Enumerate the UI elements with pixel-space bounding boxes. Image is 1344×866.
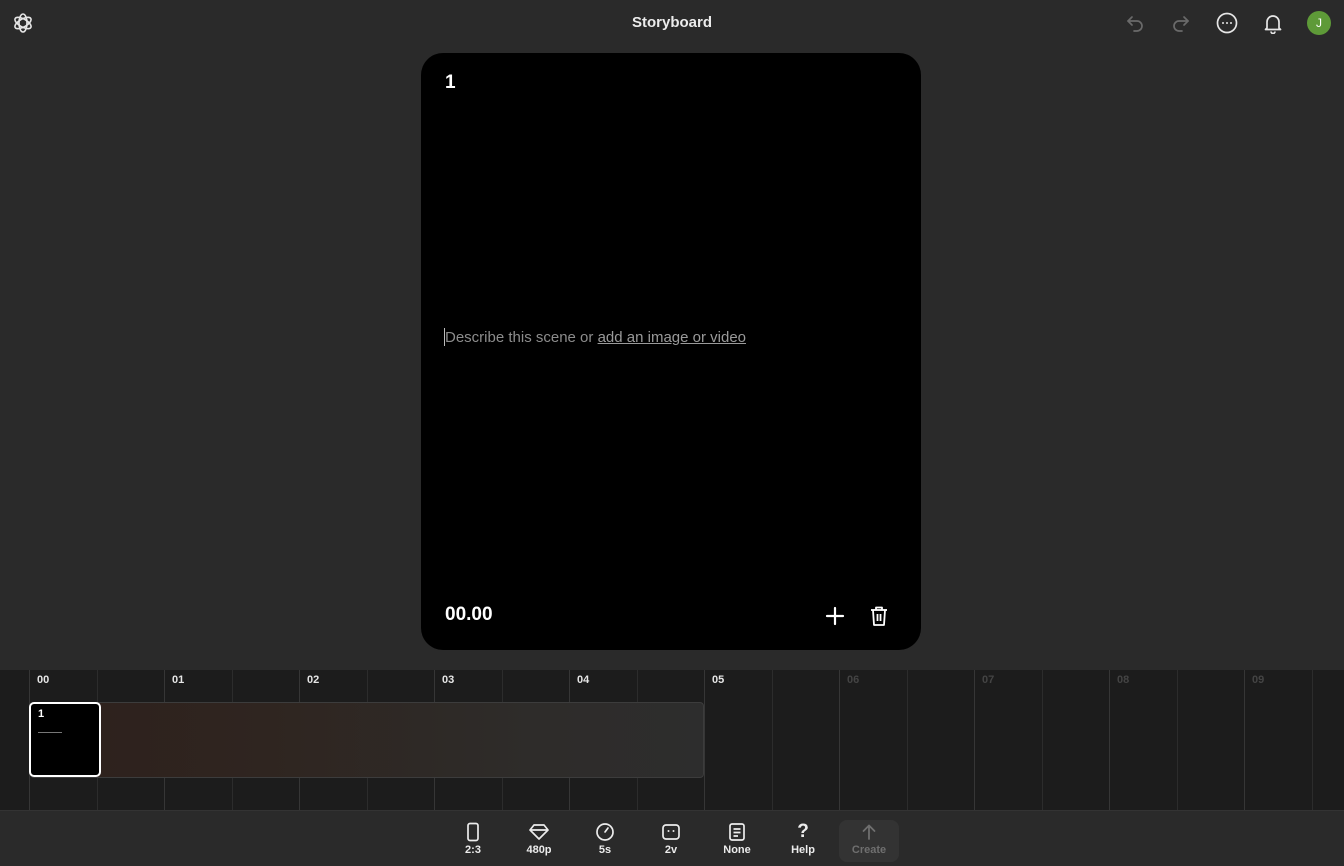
plus-icon (825, 606, 845, 626)
duration-label: 5s (598, 844, 612, 856)
timeline-tick-label: 07 (982, 674, 995, 686)
timeline-half-tick-line (1312, 670, 1313, 810)
diamond-quality-icon (529, 824, 549, 840)
more-icon[interactable] (1213, 9, 1241, 37)
top-bar: Storyboard J (0, 0, 1344, 46)
add-media-link[interactable]: add an image or video (598, 329, 746, 346)
redo-icon[interactable] (1167, 9, 1195, 37)
timeline-tick-label: 08 (1117, 674, 1130, 686)
timeline-tick-label: 00 (37, 674, 50, 686)
aspect-ratio-label: 2:3 (465, 844, 481, 856)
preset-button[interactable]: None (707, 820, 767, 862)
help-icon: ? (797, 821, 809, 842)
preset-label: None (723, 844, 751, 856)
timeline-tick-label: 06 (847, 674, 860, 686)
timeline-tick-line (839, 670, 840, 810)
bell-icon[interactable] (1259, 9, 1287, 37)
clock-duration-icon (596, 823, 614, 841)
help-label: Help (791, 844, 815, 856)
delete-scene-button[interactable] (866, 603, 892, 629)
scene-number: 1 (445, 72, 456, 93)
timeline-half-tick-line (907, 670, 908, 810)
timeline-tick-label: 04 (577, 674, 590, 686)
create-label: Create (851, 844, 887, 856)
scene-prompt-placeholder: Describe this scene or (445, 329, 598, 346)
add-scene-button[interactable] (822, 603, 848, 629)
phone-aspect-icon (467, 822, 479, 842)
create-button[interactable]: Create (839, 820, 899, 862)
timeline-scene-number: 1 (38, 708, 45, 720)
trash-icon (871, 606, 887, 626)
timeline-half-tick-line (1177, 670, 1178, 810)
variations-button[interactable]: 2v (641, 820, 701, 862)
duration-button[interactable]: 5s (575, 820, 635, 862)
bottom-toolbar: 2:3 480p 5s 2v None ? Help Create (0, 810, 1344, 866)
aspect-ratio-button[interactable]: 2:3 (443, 820, 503, 862)
resolution-label: 480p (526, 844, 552, 856)
timeline-tick-label: 03 (442, 674, 455, 686)
timeline-tick-line (704, 670, 705, 810)
timeline-scene-thumb[interactable]: 1 (29, 702, 101, 777)
timeline-tick-line (974, 670, 975, 810)
arrow-up-icon (862, 824, 876, 840)
variations-icon (662, 824, 680, 840)
timeline-half-tick-line (772, 670, 773, 810)
help-button[interactable]: ? Help (773, 820, 833, 862)
resolution-button[interactable]: 480p (509, 820, 569, 862)
scene-card: 1 Describe this scene or add an image or… (421, 53, 921, 650)
timeline-tick-label: 09 (1252, 674, 1265, 686)
scene-prompt-input[interactable]: Describe this scene or add an image or v… (444, 328, 746, 346)
timeline-tick-label: 02 (307, 674, 320, 686)
variations-label: 2v (664, 844, 678, 856)
timeline-tick-line (1244, 670, 1245, 810)
timeline-clip-track[interactable] (30, 702, 704, 778)
timeline-tick-label: 05 (712, 674, 725, 686)
undo-icon[interactable] (1121, 9, 1149, 37)
timeline[interactable]: 00 01 02 03 04 05 06 07 08 09 1 (0, 670, 1344, 810)
avatar[interactable]: J (1307, 11, 1331, 35)
timeline-half-tick-line (1042, 670, 1043, 810)
scene-timestamp: 00.00 (445, 604, 493, 625)
timeline-tick-label: 01 (172, 674, 185, 686)
preset-icon (729, 823, 745, 841)
timeline-scene-placeholder-line (38, 732, 62, 733)
timeline-tick-line (1109, 670, 1110, 810)
